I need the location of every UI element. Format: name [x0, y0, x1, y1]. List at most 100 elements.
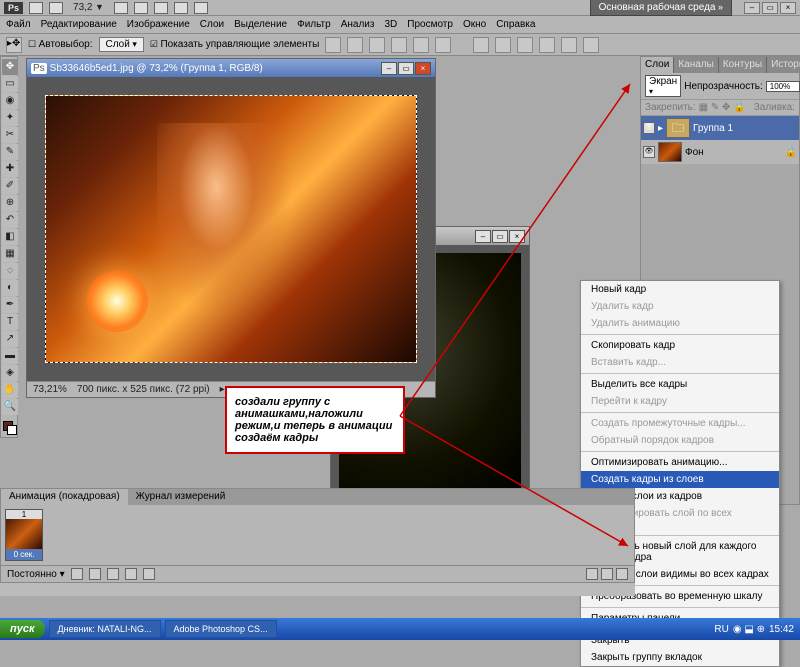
brush-tool[interactable]: ✐ [2, 178, 18, 194]
3d-tool[interactable]: ◈ [2, 365, 18, 381]
blur-tool[interactable]: ◌ [2, 263, 18, 279]
dodge-tool[interactable]: ◐ [2, 280, 18, 296]
hand-icon[interactable] [114, 2, 128, 14]
loop-select[interactable]: Постоянно ▾ [7, 569, 65, 580]
menu-edit[interactable]: Редактирование [41, 19, 117, 30]
zoom-icon[interactable] [134, 2, 148, 14]
tween-button[interactable] [586, 568, 598, 580]
shape-tool[interactable]: ▬ [2, 348, 18, 364]
showcontrols-checkbox[interactable]: ☑ Показать управляющие элементы [150, 39, 319, 50]
menu-item[interactable]: Выделить все кадры [581, 376, 779, 393]
zoom-tool[interactable]: 🔍 [2, 399, 18, 415]
doc2-max[interactable]: ▭ [492, 230, 508, 243]
menu-item[interactable]: Новый кадр [581, 281, 779, 298]
dist-icon-2[interactable] [495, 37, 511, 53]
doc2-min[interactable]: – [475, 230, 491, 243]
move-tool[interactable]: ✥ [2, 59, 18, 75]
maximize-button[interactable]: ▭ [762, 2, 778, 14]
heal-tool[interactable]: ✚ [2, 161, 18, 177]
screen-icon[interactable] [194, 2, 208, 14]
autoselect-select[interactable]: Слой ▾ [99, 37, 144, 52]
lasso-tool[interactable]: ◉ [2, 93, 18, 109]
doc1-close[interactable]: × [415, 62, 431, 75]
eyedrop-tool[interactable]: ✎ [2, 144, 18, 160]
menu-3d[interactable]: 3D [384, 19, 397, 30]
menu-window[interactable]: Окно [463, 19, 486, 30]
menu-item[interactable]: Скопировать кадр [581, 337, 779, 354]
menu-item[interactable]: Создать кадры из слоев [581, 471, 779, 488]
dist-icon-1[interactable] [473, 37, 489, 53]
align-icon-2[interactable] [347, 37, 363, 53]
eye-icon[interactable]: 👁 [643, 122, 655, 134]
taskbar-item-1[interactable]: Дневник: NATALI-NG... [49, 620, 161, 638]
layer-background[interactable]: 👁 Фон 🔒 [641, 140, 799, 164]
rotate-icon[interactable] [154, 2, 168, 14]
tab-animation[interactable]: Анимация (покадровая) [1, 489, 128, 505]
tab-layers[interactable]: Слои [641, 57, 674, 73]
new-frame-button[interactable] [601, 568, 613, 580]
prev-frame-button[interactable] [89, 568, 101, 580]
menu-item[interactable]: Закрыть группу вкладок [581, 649, 779, 666]
doc1-min[interactable]: – [381, 62, 397, 75]
start-button[interactable]: пуск [0, 620, 45, 638]
system-tray[interactable]: RU◉ ⬓ ⊕15:42 [708, 624, 800, 635]
autoselect-checkbox[interactable]: ☐ Автовыбор: [28, 39, 93, 50]
crop-tool[interactable]: ✂ [2, 127, 18, 143]
play-button[interactable] [107, 568, 119, 580]
align-icon-4[interactable] [391, 37, 407, 53]
layer-group-1[interactable]: 👁 ▸ 🗀 Группа 1 [641, 116, 799, 140]
doc1-canvas[interactable] [27, 77, 435, 381]
dist-icon-6[interactable] [583, 37, 599, 53]
color-swatches[interactable] [2, 420, 16, 435]
doc1-max[interactable]: ▭ [398, 62, 414, 75]
menu-item[interactable]: Оптимизировать анимацию... [581, 454, 779, 471]
menu-image[interactable]: Изображение [127, 19, 190, 30]
history-tool[interactable]: ↶ [2, 212, 18, 228]
frame-time[interactable]: 0 сек. [6, 549, 42, 560]
workspace-button[interactable]: Основная рабочая среда » [590, 0, 732, 16]
animation-frame-1[interactable]: 1 0 сек. [5, 509, 43, 561]
align-icon-5[interactable] [413, 37, 429, 53]
opacity-input[interactable]: 100% [766, 81, 800, 92]
doc1-image[interactable] [45, 95, 417, 363]
move-preset-icon[interactable]: ▸✥ [6, 37, 22, 53]
stamp-tool[interactable]: ⊕ [2, 195, 18, 211]
menu-view[interactable]: Просмотр [407, 19, 453, 30]
tab-history[interactable]: История [767, 57, 800, 73]
doc1-titlebar[interactable]: Ps Sb33646b5ed1.jpg @ 73,2% (Группа 1, R… [27, 59, 435, 77]
taskbar-item-2[interactable]: Adobe Photoshop CS... [165, 620, 277, 638]
launch-icon[interactable] [29, 2, 43, 14]
dist-icon-4[interactable] [539, 37, 555, 53]
tab-paths[interactable]: Контуры [719, 57, 767, 73]
eraser-tool[interactable]: ◧ [2, 229, 18, 245]
pen-tool[interactable]: ✒ [2, 297, 18, 313]
next-frame-button[interactable] [125, 568, 137, 580]
menu-layers[interactable]: Слои [200, 19, 224, 30]
eye-icon[interactable]: 👁 [643, 146, 655, 158]
tab-measurements[interactable]: Журнал измерений [128, 489, 234, 505]
close-button[interactable]: × [780, 2, 796, 14]
menu-analysis[interactable]: Анализ [341, 19, 375, 30]
align-icon-1[interactable] [325, 37, 341, 53]
type-tool[interactable]: T [2, 314, 18, 330]
document-window-1[interactable]: Ps Sb33646b5ed1.jpg @ 73,2% (Группа 1, R… [26, 58, 436, 398]
align-icon-6[interactable] [435, 37, 451, 53]
marquee-tool[interactable]: ▭ [2, 76, 18, 92]
menu-file[interactable]: Файл [6, 19, 31, 30]
minimize-button[interactable]: – [744, 2, 760, 14]
wand-tool[interactable]: ✦ [2, 110, 18, 126]
path-tool[interactable]: ↗ [2, 331, 18, 347]
menu-help[interactable]: Справка [496, 19, 535, 30]
delete-frame-button[interactable] [616, 568, 628, 580]
menu-select[interactable]: Выделение [234, 19, 287, 30]
doc2-close[interactable]: × [509, 230, 525, 243]
first-frame-button[interactable] [71, 568, 83, 580]
gradient-tool[interactable]: ▦ [2, 246, 18, 262]
bridge-icon[interactable] [49, 2, 63, 14]
blend-mode-select[interactable]: Экран ▾ [645, 75, 681, 97]
last-frame-button[interactable] [143, 568, 155, 580]
dist-icon-3[interactable] [517, 37, 533, 53]
arrange-icon[interactable] [174, 2, 188, 14]
hand-tool[interactable]: ✋ [2, 382, 18, 398]
tab-channels[interactable]: Каналы [674, 57, 719, 73]
